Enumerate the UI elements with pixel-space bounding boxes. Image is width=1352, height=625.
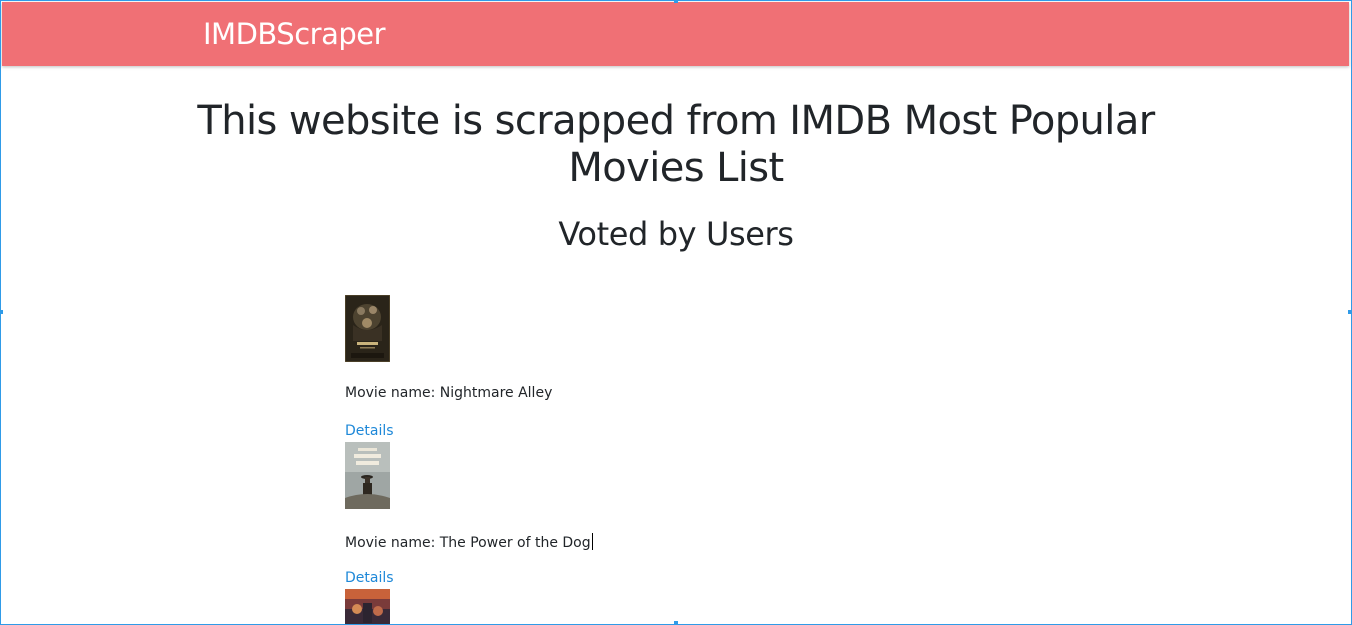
resize-handle[interactable] bbox=[674, 621, 678, 624]
movie-poster-image bbox=[345, 589, 390, 624]
navbar: IMDBScraper bbox=[2, 2, 1349, 66]
details-link[interactable]: Details bbox=[345, 570, 394, 586]
page-title: This website is scrapped from IMDB Most … bbox=[197, 98, 1155, 191]
resize-handle[interactable] bbox=[674, 1, 678, 3]
power-of-the-dog-poster-icon bbox=[345, 442, 390, 509]
brand-link[interactable]: IMDBScraper bbox=[203, 17, 386, 51]
movie-poster-image bbox=[345, 295, 390, 362]
nightmare-alley-poster-icon bbox=[345, 295, 390, 362]
movie-name-text: Movie name: The Power of the Dog bbox=[345, 535, 591, 551]
resize-handle[interactable] bbox=[1, 310, 3, 314]
page-frame: IMDBScraper This website is scrapped fro… bbox=[0, 0, 1352, 625]
movie-name: Movie name: The Power of the Dog bbox=[345, 533, 593, 551]
movie-name: Movie name: Nightmare Alley bbox=[345, 385, 553, 401]
page-subtitle: Voted by Users bbox=[558, 215, 794, 253]
details-link[interactable]: Details bbox=[345, 423, 394, 439]
text-cursor bbox=[591, 533, 593, 550]
movie-poster-partial-icon bbox=[345, 589, 390, 624]
movie-poster-image bbox=[345, 442, 390, 509]
resize-handle[interactable] bbox=[1348, 310, 1351, 314]
